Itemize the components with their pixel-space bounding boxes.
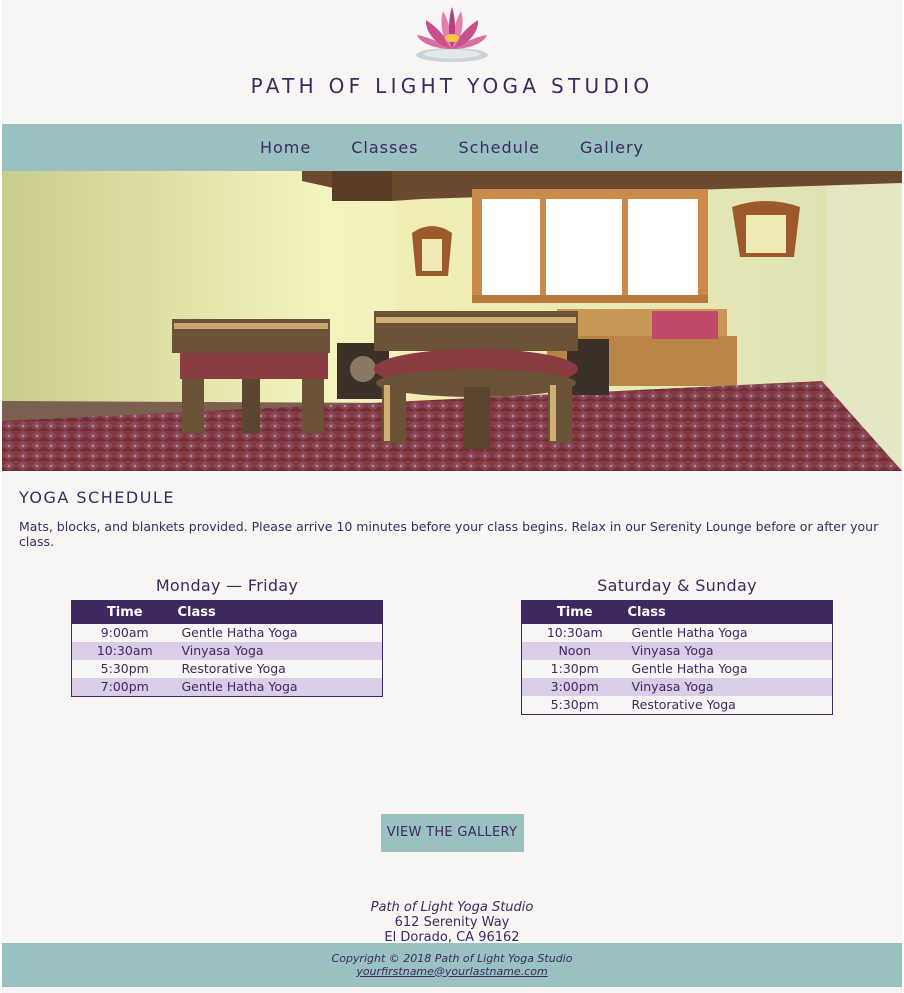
class-cell: Vinyasa Yoga [177, 641, 383, 660]
table-row: 9:00am Gentle Hatha Yoga [71, 623, 383, 642]
weekday-table: Time Class 9:00am Gentle Hatha Yoga 10:3… [71, 600, 383, 697]
studio-name: Path of Light Yoga Studio [370, 900, 534, 915]
nav-home-link[interactable]: Home [240, 138, 331, 157]
class-cell: Gentle Hatha Yoga [627, 623, 833, 642]
weekend-table: Time Class 10:30am Gentle Hatha Yoga Noo… [521, 600, 833, 715]
time-cell: 9:00am [71, 623, 178, 642]
weekday-schedule: Monday — Friday Time Class 9:00am Gentle… [71, 549, 383, 697]
weekend-schedule: Saturday & Sunday Time Class 10:30am Gen… [521, 549, 833, 715]
time-cell: 5:30pm [521, 695, 628, 714]
table-row: 5:30pm Restorative Yoga [521, 695, 833, 714]
section-title: YOGA SCHEDULE [19, 488, 175, 507]
lounge-room-photo [2, 171, 902, 471]
class-cell: Restorative Yoga [627, 695, 833, 714]
site-header: PATH OF LIGHT YOGA STUDIO [2, 0, 902, 124]
street-address: 612 Serenity Way [394, 915, 510, 930]
class-cell: Gentle Hatha Yoga [177, 677, 383, 696]
intro-text: Mats, blocks, and blankets provided. Ple… [19, 519, 879, 549]
gallery-button-wrap: VIEW THE GALLERY [19, 814, 885, 852]
time-cell: 7:00pm [71, 677, 178, 696]
time-cell: 10:30am [521, 623, 628, 642]
site-footer: Copyright © 2018 Path of Light Yoga Stud… [2, 943, 902, 987]
table-row: Noon Vinyasa Yoga [521, 641, 833, 660]
time-cell: 10:30am [71, 641, 178, 660]
hero-image [2, 171, 902, 471]
class-header: Class [177, 600, 383, 624]
table-row: 10:30am Gentle Hatha Yoga [521, 623, 833, 642]
nav-classes-link[interactable]: Classes [331, 138, 438, 157]
class-cell: Vinyasa Yoga [627, 677, 833, 696]
nav-schedule-link[interactable]: Schedule [439, 138, 561, 157]
footer-email-link[interactable]: yourfirstname@yourlastname.com [356, 965, 547, 978]
table-row: 3:00pm Vinyasa Yoga [521, 677, 833, 696]
weekend-title: Saturday & Sunday [597, 576, 757, 595]
schedules: Monday — Friday Time Class 9:00am Gentle… [19, 549, 885, 764]
class-cell: Gentle Hatha Yoga [177, 623, 383, 642]
main-content: YOGA SCHEDULE Mats, blocks, and blankets… [2, 488, 902, 960]
class-cell: Gentle Hatha Yoga [627, 659, 833, 678]
page: PATH OF LIGHT YOGA STUDIO Home Classes S… [2, 0, 902, 993]
weekday-title: Monday — Friday [155, 576, 299, 595]
lotus-logo-icon [416, 7, 488, 62]
time-header: Time [521, 600, 628, 624]
class-header: Class [627, 600, 833, 624]
class-cell: Restorative Yoga [177, 659, 383, 678]
time-cell: 1:30pm [521, 659, 628, 678]
time-cell: Noon [521, 641, 628, 660]
table-row: 5:30pm Restorative Yoga [71, 659, 383, 678]
table-row: 10:30am Vinyasa Yoga [71, 641, 383, 660]
table-row: 1:30pm Gentle Hatha Yoga [521, 659, 833, 678]
nav-gallery-link[interactable]: Gallery [560, 138, 664, 157]
main-nav: Home Classes Schedule Gallery [2, 124, 902, 171]
site-title: PATH OF LIGHT YOGA STUDIO [250, 74, 654, 98]
time-cell: 5:30pm [71, 659, 178, 678]
class-cell: Vinyasa Yoga [627, 641, 833, 660]
view-gallery-button[interactable]: VIEW THE GALLERY [380, 814, 524, 852]
time-cell: 3:00pm [521, 677, 628, 696]
time-header: Time [71, 600, 178, 624]
table-row: 7:00pm Gentle Hatha Yoga [71, 677, 383, 696]
